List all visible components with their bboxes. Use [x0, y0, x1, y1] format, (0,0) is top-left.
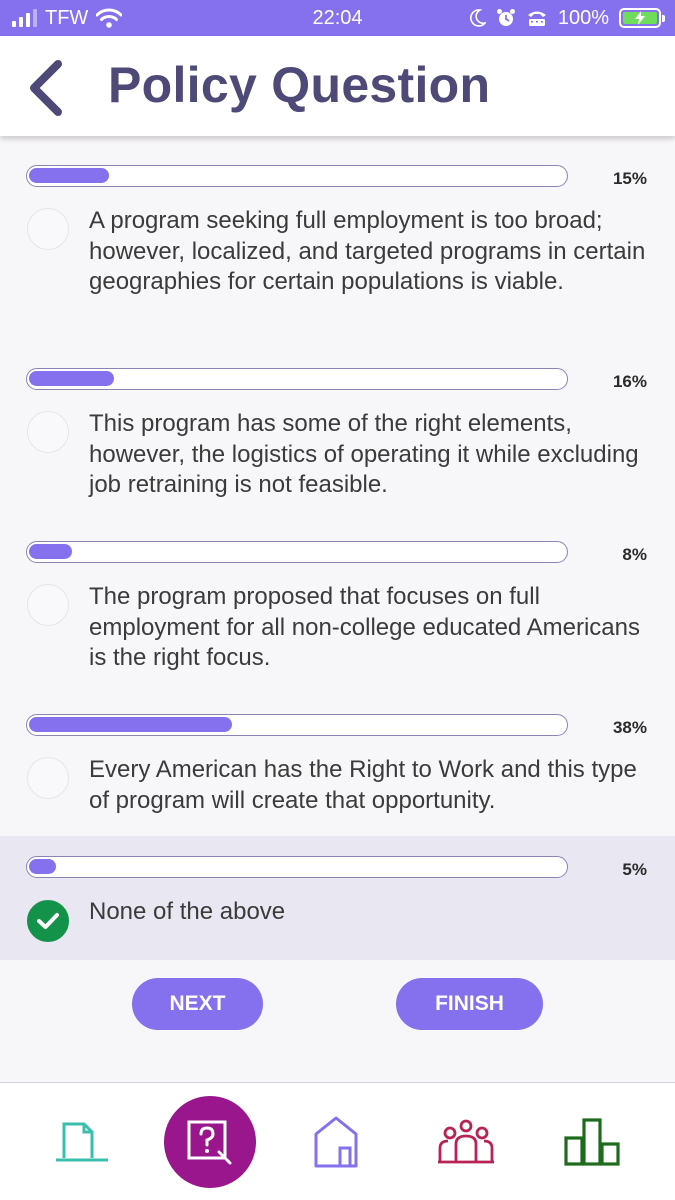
progress-bar-fill: [29, 168, 109, 183]
next-button[interactable]: NEXT: [132, 978, 263, 1030]
radio-button[interactable]: [27, 411, 69, 453]
radio-button[interactable]: [27, 584, 69, 626]
progress-bar: [26, 856, 568, 878]
option-text: The program proposed that focuses on ful…: [89, 583, 640, 671]
document-icon: [56, 1122, 108, 1162]
nav-active-indicator: [164, 1096, 256, 1188]
answer-option[interactable]: 8% The program proposed that focuses on …: [0, 526, 675, 696]
percent-label: 16%: [612, 372, 647, 391]
radio-button-checked[interactable]: [27, 900, 69, 942]
checkmark-icon: [37, 913, 59, 929]
battery-percent: 100%: [557, 6, 609, 29]
home-icon: [314, 1116, 358, 1168]
header: Policy Question: [0, 36, 675, 136]
tty-icon: [527, 11, 546, 26]
percent-label: 5%: [622, 860, 647, 879]
finish-button[interactable]: FINISH: [396, 978, 543, 1030]
nav-item-home[interactable]: [296, 1083, 376, 1200]
option-text: This program has some of the right eleme…: [89, 410, 639, 498]
community-icon: [438, 1119, 494, 1164]
bar-chart-icon: [564, 1118, 620, 1166]
progress-bar-fill: [29, 859, 56, 874]
progress-bar-fill: [29, 717, 232, 732]
chevron-left-icon: [30, 60, 62, 116]
option-text: A program seeking full employment is too…: [89, 207, 646, 295]
nav-item-community[interactable]: [426, 1083, 506, 1200]
progress-bar: [26, 165, 568, 187]
option-text: None of the above: [89, 898, 286, 925]
back-button[interactable]: [22, 58, 72, 118]
progress-bar-fill: [29, 544, 72, 559]
bottom-nav: [0, 1082, 675, 1200]
status-bar: TFW 22:04 100%: [0, 0, 675, 36]
page-title: Policy Question: [108, 57, 491, 113]
percent-label: 38%: [612, 718, 647, 737]
status-right: 100%: [469, 0, 665, 36]
moon-icon: [469, 9, 486, 27]
progress-bar: [26, 714, 568, 736]
answer-option[interactable]: 16% This program has some of the right e…: [0, 353, 675, 523]
radio-button[interactable]: [27, 757, 69, 799]
radio-button[interactable]: [27, 208, 69, 250]
percent-label: 15%: [612, 169, 647, 188]
option-text: Every American has the Right to Work and…: [89, 756, 637, 814]
progress-bar: [26, 368, 568, 390]
progress-bar: [26, 541, 568, 563]
alarm-icon: [496, 9, 515, 26]
percent-label: 8%: [622, 545, 647, 564]
battery-icon: [619, 8, 665, 28]
answer-option[interactable]: 15% A program seeking full employment is…: [0, 150, 675, 350]
nav-item-results[interactable]: [556, 1083, 628, 1200]
nav-item-questions[interactable]: [164, 1083, 256, 1200]
progress-bar-fill: [29, 371, 114, 386]
answer-option-selected[interactable]: 5% None of the above: [0, 836, 675, 960]
answer-option[interactable]: 38% Every American has the Right to Work…: [0, 699, 675, 835]
question-icon: [187, 1120, 232, 1165]
nav-item-document[interactable]: [42, 1083, 122, 1200]
